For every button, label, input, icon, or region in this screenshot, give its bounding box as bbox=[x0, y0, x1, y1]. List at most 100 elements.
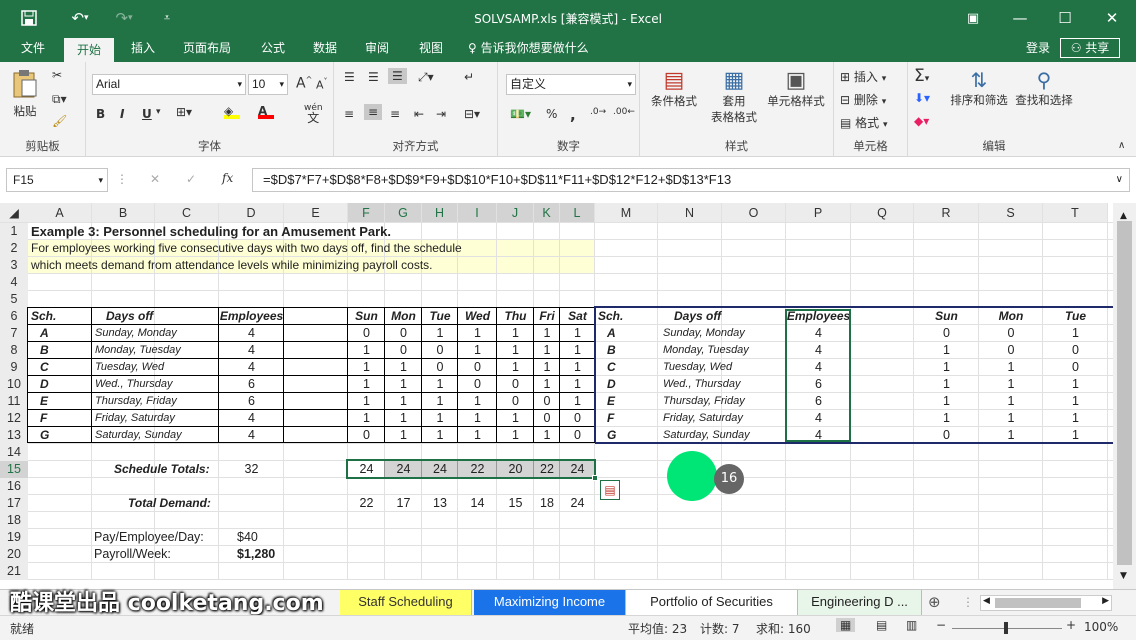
align-bottom-icon[interactable]: ☰ bbox=[388, 68, 407, 84]
font-color-icon[interactable]: A bbox=[258, 104, 274, 119]
align-left-icon[interactable]: ≡ bbox=[344, 107, 354, 121]
column-header-g[interactable]: G bbox=[385, 203, 421, 222]
add-sheet-icon[interactable]: ⊕ bbox=[928, 593, 941, 611]
zoom-level[interactable]: 100% bbox=[1084, 620, 1118, 634]
row-header-11[interactable]: 11 bbox=[0, 393, 28, 410]
copy-icon[interactable]: ⧉▾ bbox=[52, 92, 67, 107]
column-header-o[interactable]: O bbox=[722, 203, 785, 222]
vertical-scrollbar[interactable]: ▲ ▼ bbox=[1113, 203, 1136, 589]
quick-analysis-icon[interactable]: ▤ bbox=[600, 480, 620, 500]
maximize-icon[interactable]: ☐ bbox=[1050, 0, 1080, 36]
comma-button[interactable]: , bbox=[570, 106, 576, 124]
column-header-p[interactable]: P bbox=[786, 203, 850, 222]
sheet-tab-engineering[interactable]: Engineering D ... bbox=[798, 590, 922, 615]
merge-center-icon[interactable]: ⊟▾ bbox=[464, 107, 480, 121]
underline-button[interactable]: U bbox=[142, 107, 152, 121]
column-header-m[interactable]: M bbox=[595, 203, 657, 222]
cancel-icon[interactable]: ✕ bbox=[150, 172, 160, 186]
column-header-e[interactable]: E bbox=[284, 203, 347, 222]
selected-range-border[interactable] bbox=[346, 459, 596, 479]
row-header-1[interactable]: 1 bbox=[0, 223, 28, 240]
tab-view[interactable]: 视图 bbox=[408, 36, 454, 62]
fill-color-icon[interactable]: ◈ bbox=[224, 104, 240, 119]
font-name-select[interactable]: Arial ▾ bbox=[92, 74, 246, 95]
cell-styles-button[interactable]: ▣ 单元格样式 bbox=[762, 68, 830, 109]
row-header-13[interactable]: 13 bbox=[0, 427, 28, 444]
row-header-21[interactable]: 21 bbox=[0, 563, 28, 580]
increase-decimal-icon[interactable]: .0→ bbox=[590, 107, 606, 117]
shrink-font-button[interactable]: A˅ bbox=[316, 77, 328, 92]
spreadsheet-grid[interactable]: ◢ A B C D E F G H I J K L M N O P Q R S T 1 2 3 4 5 6 7 8 9 10 11 12 13 14… bbox=[0, 203, 1113, 588]
page-layout-view-icon[interactable]: ▤ bbox=[876, 618, 887, 632]
horizontal-scrollbar[interactable]: ◀ ▶ bbox=[980, 595, 1112, 611]
tab-home[interactable]: 开始 bbox=[64, 36, 114, 62]
column-header-j[interactable]: J bbox=[497, 203, 533, 222]
fill-handle[interactable] bbox=[592, 475, 598, 481]
decrease-indent-icon[interactable]: ⇤ bbox=[414, 107, 424, 121]
column-header-f[interactable]: F bbox=[348, 203, 384, 222]
tell-me-box[interactable]: ♀ 告诉我你想要做什么 bbox=[468, 36, 608, 62]
decrease-decimal-icon[interactable]: .00← bbox=[613, 107, 635, 117]
collapse-ribbon-icon[interactable]: ∧ bbox=[1118, 140, 1125, 151]
delete-cells-button[interactable]: ⊟ 删除 ▾ bbox=[840, 91, 886, 108]
column-header-i[interactable]: I bbox=[458, 203, 496, 222]
ribbon-display-icon[interactable]: ▣ bbox=[958, 0, 988, 36]
tab-review[interactable]: 审阅 bbox=[354, 36, 400, 62]
paste-button[interactable]: 粘贴 bbox=[8, 68, 42, 128]
cut-icon[interactable]: ✂ bbox=[52, 68, 62, 82]
row-header-16[interactable]: 16 bbox=[0, 478, 28, 495]
sort-filter-button[interactable]: ⇅ 排序和筛选 bbox=[946, 68, 1012, 108]
tab-page-layout[interactable]: 页面布局 bbox=[174, 36, 240, 62]
enter-icon[interactable]: ✓ bbox=[186, 172, 196, 186]
row-header-4[interactable]: 4 bbox=[0, 274, 28, 291]
row-header-8[interactable]: 8 bbox=[0, 342, 28, 359]
sheet-tab-portfolio[interactable]: Portfolio of Securities bbox=[626, 590, 798, 615]
align-center-icon[interactable]: ≡ bbox=[364, 104, 383, 120]
row-header-3[interactable]: 3 bbox=[0, 257, 28, 274]
format-painter-icon[interactable]: 🖌 bbox=[52, 114, 67, 128]
align-middle-icon[interactable]: ☰ bbox=[368, 70, 379, 84]
row-header-5[interactable]: 5 bbox=[0, 291, 28, 308]
row-header-10[interactable]: 10 bbox=[0, 376, 28, 393]
format-as-table-button[interactable]: ▦ 套用 表格格式 bbox=[704, 68, 764, 125]
column-header-k[interactable]: K bbox=[534, 203, 559, 222]
scroll-thumb[interactable] bbox=[1117, 221, 1132, 565]
row-header-12[interactable]: 12 bbox=[0, 410, 28, 427]
tab-insert[interactable]: 插入 bbox=[120, 36, 166, 62]
column-header-l[interactable]: L bbox=[560, 203, 594, 222]
percent-button[interactable]: % bbox=[546, 107, 557, 121]
tab-formulas[interactable]: 公式 bbox=[250, 36, 296, 62]
column-header-c[interactable]: C bbox=[155, 203, 218, 222]
column-header-h[interactable]: H bbox=[422, 203, 457, 222]
align-top-icon[interactable]: ☰ bbox=[344, 70, 355, 84]
function-icon[interactable]: fx bbox=[222, 171, 233, 185]
tab-data[interactable]: 数据 bbox=[302, 36, 348, 62]
normal-view-icon[interactable]: ▦ bbox=[836, 618, 856, 632]
column-header-b[interactable]: B bbox=[92, 203, 154, 222]
find-select-button[interactable]: ⚲ 查找和选择 bbox=[1012, 68, 1076, 108]
row-header-19[interactable]: 19 bbox=[0, 529, 28, 546]
bold-button[interactable]: B bbox=[96, 107, 105, 121]
row-header-15[interactable]: 15 bbox=[0, 461, 28, 478]
zoom-thumb[interactable] bbox=[1004, 622, 1008, 634]
zoom-out-icon[interactable]: − bbox=[936, 618, 946, 632]
clear-icon[interactable]: ◆▾ bbox=[914, 114, 929, 128]
row-header-18[interactable]: 18 bbox=[0, 512, 28, 529]
fill-icon[interactable]: ⬇▾ bbox=[914, 91, 930, 105]
number-format-select[interactable]: 自定义 ▾ bbox=[506, 74, 636, 95]
login-button[interactable]: 登录 bbox=[1018, 36, 1058, 62]
formula-input[interactable]: =$D$7*F7+$D$8*F8+$D$9*F9+$D$10*F10+$D$11… bbox=[252, 168, 1130, 192]
row-header-14[interactable]: 14 bbox=[0, 444, 28, 461]
column-header-r[interactable]: R bbox=[914, 203, 978, 222]
column-header-q[interactable]: Q bbox=[851, 203, 913, 222]
column-header-n[interactable]: N bbox=[658, 203, 721, 222]
phonetic-icon[interactable]: wén 文 bbox=[304, 103, 323, 125]
conditional-format-button[interactable]: ▤ 条件格式 bbox=[646, 68, 702, 109]
autosum-button[interactable]: Σ▾ bbox=[914, 66, 929, 86]
font-size-select[interactable]: 10 ▾ bbox=[248, 74, 288, 95]
select-all-corner[interactable]: ◢ bbox=[0, 203, 28, 222]
underline-dropdown-icon[interactable]: ▾ bbox=[156, 107, 161, 117]
sheet-tab-staff-scheduling[interactable]: Staff Scheduling bbox=[340, 590, 472, 615]
borders-icon[interactable]: ⊞▾ bbox=[176, 105, 192, 119]
column-header-a[interactable]: A bbox=[28, 203, 91, 222]
